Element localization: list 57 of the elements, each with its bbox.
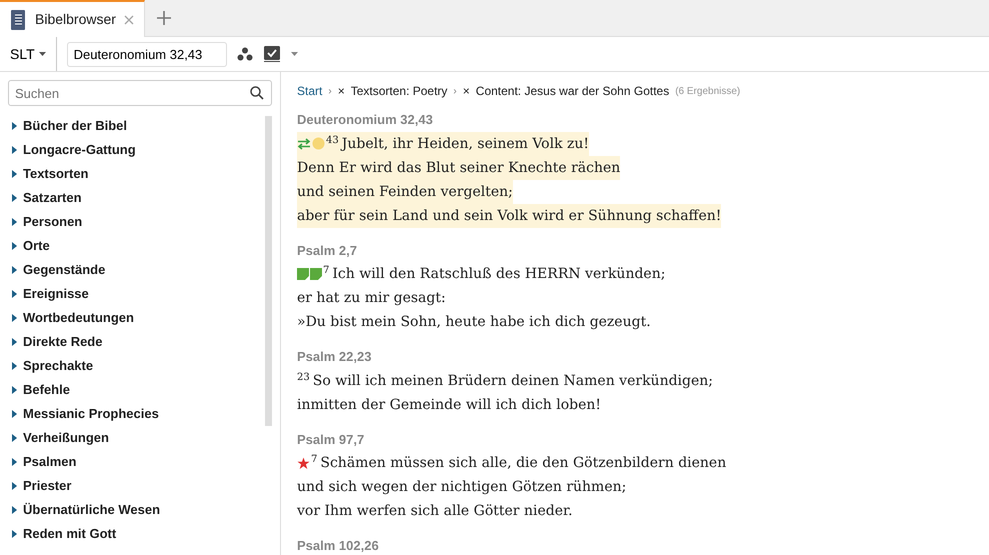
verse-line: 7 Ich will den Ratschluß des HERRN verkünden; — [297, 262, 666, 286]
passage-reference[interactable]: Psalm 22,23 — [297, 347, 973, 366]
passage-reference[interactable]: Psalm 2,7 — [297, 240, 973, 260]
sidebar-item[interactable]: Direkte Rede — [8, 330, 265, 354]
passage-reference[interactable]: Psalm 97,7 — [297, 430, 973, 449]
remove-filter-button[interactable]: × — [338, 82, 345, 100]
sidebar-item[interactable]: Personen — [8, 210, 265, 234]
breadcrumb-separator: › — [453, 84, 457, 98]
breadcrumb-filter[interactable]: Content: Jesus war der Sohn Gottes — [476, 82, 670, 100]
dots-icon — [236, 47, 253, 61]
sidebar-item[interactable]: Bücher der Bibel — [8, 114, 265, 138]
sidebar-item[interactable]: Priester — [8, 474, 265, 498]
reference-field[interactable]: Deuteronomium 32,43 — [66, 42, 227, 66]
breadcrumb-link[interactable]: Start — [297, 82, 322, 100]
document-icon — [10, 10, 26, 30]
tab[interactable]: Bibelbrowser — [0, 0, 145, 37]
sidebar-item[interactable]: Sprechakte — [8, 354, 265, 378]
verse-line: 7 Schämen müssen sich alle, die den Götzenbildern dienen — [297, 451, 726, 475]
close-icon[interactable] — [124, 14, 134, 24]
sidebar-item[interactable]: Gegenstände — [8, 258, 265, 282]
verse-line: er hat zu mir gesagt: — [297, 289, 446, 308]
sidebar-item[interactable]: Psalmen — [8, 450, 265, 474]
star-icon — [297, 456, 310, 470]
translation-dropdown[interactable]: SLT — [10, 44, 46, 64]
sidebar-item[interactable]: Übernatürliche Wesen — [8, 498, 265, 522]
verse-line: und sich wegen der nichtigen Götzen rühmen; — [297, 478, 626, 497]
circle-icon — [312, 137, 325, 150]
sidebar-item[interactable]: Reden mit Gott — [8, 522, 265, 546]
sidebar-item[interactable]: Satzarten — [8, 186, 265, 210]
breadcrumb-separator: › — [328, 84, 332, 98]
search-icon — [250, 86, 264, 100]
breadcrumb-filter[interactable]: Textsorten: Poetry — [350, 82, 448, 100]
verse-line: 23 So will ich meinen Brüdern deinen Namen verkündigen; — [297, 370, 714, 390]
sidebar-item[interactable]: Messianic Prophecies — [8, 402, 265, 426]
search-field[interactable]: Suchen — [8, 80, 272, 106]
caret-icon — [38, 52, 46, 56]
flag-icon — [297, 268, 309, 280]
verse-line: inmitten der Gemeinde will ich dich loben! — [297, 396, 602, 414]
sidebar-item[interactable]: Wortbedeutungen — [8, 306, 265, 330]
sidebar-item[interactable]: Ereignisse — [8, 282, 265, 306]
tab-label: Bibelbrowser — [35, 10, 116, 29]
verse-line: »Du bist mein Sohn, heute habe ich dich gezeugt. — [297, 313, 651, 332]
scrollbar[interactable] — [265, 116, 272, 426]
checkbox-icon — [264, 46, 280, 62]
remove-filter-button[interactable]: × — [462, 82, 470, 100]
sidebar-item[interactable]: Orte — [8, 234, 265, 258]
passage-reference[interactable]: Deuteronomium 32,43 — [297, 110, 973, 130]
sidebar-item[interactable]: Longacre-Gattung — [8, 138, 265, 162]
sidebar-item[interactable]: Verheißungen — [8, 426, 265, 450]
swap-arrows-icon — [297, 138, 311, 150]
passage-reference[interactable]: Psalm 102,26 — [297, 536, 973, 555]
flag-icon — [310, 268, 322, 280]
verse-line: vor Ihm werfen sich alle Götter nieder. — [297, 502, 573, 521]
result-count: (6 Ergebnisse) — [675, 84, 740, 98]
sidebar-item[interactable]: Textsorten — [8, 162, 265, 186]
sidebar-item[interactable]: Befehle — [8, 378, 265, 402]
caret-icon — [290, 52, 298, 56]
